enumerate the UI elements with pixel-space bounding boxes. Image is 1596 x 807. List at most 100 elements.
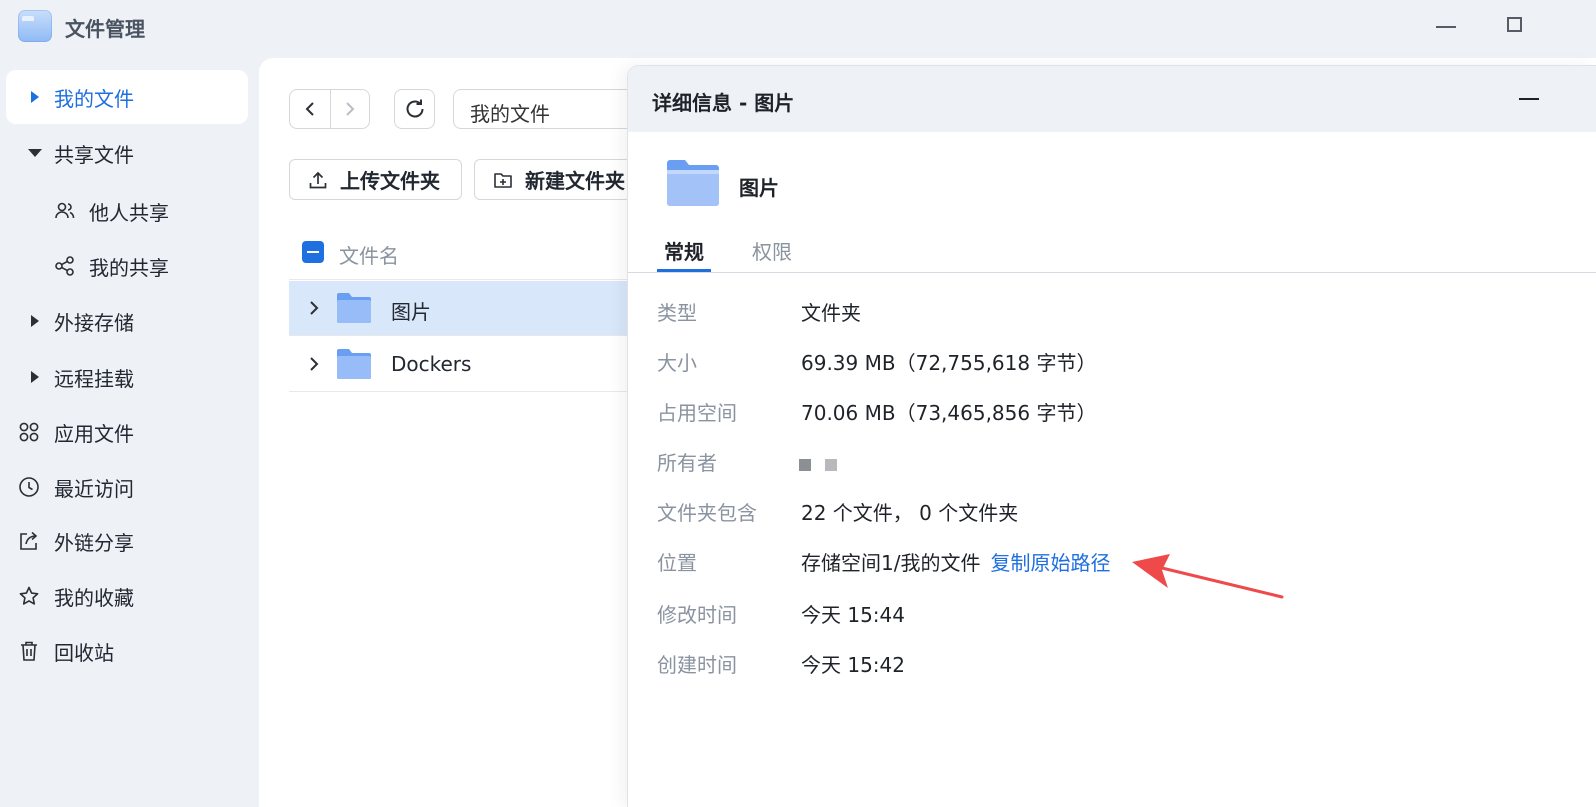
detail-row-modified: 修改时间 今天 15:44	[657, 599, 1577, 639]
table-row[interactable]: Dockers	[289, 337, 629, 392]
detail-row-created: 创建时间 今天 15:42	[657, 649, 1577, 689]
detail-header: 详细信息 - 图片	[628, 66, 1596, 132]
minimize-window-button[interactable]	[1436, 26, 1456, 28]
folder-icon	[667, 160, 719, 206]
detail-tabs: 常规 权限	[628, 232, 1596, 273]
new-folder-label: 新建文件夹	[525, 169, 625, 193]
folder-icon	[337, 349, 371, 379]
owner-redacted	[799, 451, 851, 475]
field-value: 今天 15:44	[801, 603, 905, 627]
table-row[interactable]: 图片	[289, 281, 629, 336]
caret-right-icon	[28, 90, 42, 104]
caret-down-icon	[28, 146, 42, 160]
redacted-block	[825, 458, 837, 471]
sidebar-item-remote-mount[interactable]: 远程挂载	[6, 350, 248, 404]
detail-title: 详细信息 - 图片	[652, 91, 795, 115]
field-label: 所有者	[657, 451, 717, 475]
new-folder-button[interactable]: 新建文件夹	[474, 159, 634, 200]
sidebar-item-my-shares[interactable]: 我的共享	[6, 239, 248, 293]
chevron-right-icon	[346, 102, 355, 116]
copy-original-path-link[interactable]: 复制原始路径	[990, 551, 1110, 575]
field-label: 文件夹包含	[657, 501, 757, 525]
field-label: 占用空间	[657, 401, 737, 425]
select-all-checkbox[interactable]	[302, 241, 324, 263]
field-value: 存储空间1/我的文件 复制原始路径	[801, 547, 1110, 576]
trash-icon	[21, 641, 37, 661]
sidebar-item-shared-with-me[interactable]: 他人共享	[6, 184, 248, 238]
sidebar-item-link-share[interactable]: 外链分享	[6, 514, 248, 568]
field-label: 类型	[657, 301, 697, 325]
file-list-header: 文件名	[289, 226, 629, 280]
sidebar-item-label: 最近访问	[54, 476, 134, 501]
tab-general[interactable]: 常规	[664, 236, 704, 265]
external-share-icon	[20, 531, 38, 550]
maximize-window-button[interactable]	[1507, 17, 1522, 32]
minimize-panel-button[interactable]	[1519, 98, 1539, 100]
sidebar-item-recycle-bin[interactable]: 回收站	[6, 624, 248, 678]
star-icon	[19, 586, 39, 605]
new-folder-icon	[494, 173, 512, 188]
detail-item-name: 图片	[739, 176, 779, 200]
upload-folder-label: 上传文件夹	[340, 169, 440, 193]
sidebar-item-shared-files[interactable]: 共享文件	[6, 126, 248, 180]
users-icon	[55, 202, 75, 219]
sidebar-item-label: 共享文件	[54, 142, 134, 167]
chevron-left-icon	[305, 102, 314, 116]
field-value: 今天 15:42	[801, 653, 905, 677]
field-value: 69.39 MB（72,755,618 字节）	[801, 351, 1097, 375]
sidebar-item-external-storage[interactable]: 外接存储	[6, 294, 248, 348]
chevron-right-icon[interactable]	[307, 355, 321, 373]
file-name: Dockers	[391, 352, 472, 376]
location-path: 存储空间1/我的文件	[801, 551, 981, 575]
field-value: 文件夹	[801, 301, 861, 325]
field-value: 70.06 MB（73,465,856 字节）	[801, 401, 1097, 425]
caret-right-icon	[28, 370, 42, 384]
sidebar-item-label: 我的文件	[54, 86, 134, 111]
refresh-button[interactable]	[394, 89, 435, 129]
upload-folder-button[interactable]: 上传文件夹	[289, 159, 462, 200]
sidebar-item-label: 回收站	[54, 640, 114, 665]
sidebar-item-favorites[interactable]: 我的收藏	[6, 569, 248, 623]
detail-row-type: 类型 文件夹	[657, 297, 1577, 337]
sidebar-item-my-files[interactable]: 我的文件	[6, 70, 248, 124]
field-label: 创建时间	[657, 653, 737, 677]
field-label: 位置	[657, 551, 697, 575]
back-button[interactable]	[290, 90, 330, 128]
caret-right-icon	[28, 314, 42, 328]
share-icon	[55, 256, 74, 276]
file-name: 图片	[391, 300, 431, 324]
detail-row-owner: 所有者	[657, 447, 1577, 487]
detail-row-location: 位置 存储空间1/我的文件 复制原始路径	[657, 547, 1577, 587]
redacted-block	[799, 458, 811, 471]
detail-row-contains: 文件夹包含 22 个文件， 0 个文件夹	[657, 497, 1577, 537]
forward-button[interactable]	[329, 90, 370, 128]
app-folder-icon	[18, 10, 52, 42]
clock-icon	[19, 477, 39, 497]
chevron-right-icon[interactable]	[307, 299, 321, 317]
sidebar-item-app-files[interactable]: 应用文件	[6, 405, 248, 459]
field-value: 22 个文件， 0 个文件夹	[801, 501, 1019, 525]
sidebar-item-label: 外接存储	[54, 310, 134, 335]
title-bar: 文件管理	[0, 0, 1596, 56]
sidebar-item-label: 我的收藏	[54, 585, 134, 610]
field-label: 修改时间	[657, 603, 737, 627]
sidebar-item-label: 远程挂载	[54, 366, 134, 391]
sidebar-item-recent[interactable]: 最近访问	[6, 460, 248, 514]
folder-icon	[337, 293, 371, 323]
sidebar-item-label: 外链分享	[54, 530, 134, 555]
sidebar-item-label: 应用文件	[54, 421, 134, 446]
app-title: 文件管理	[65, 17, 145, 41]
apps-grid-icon	[19, 422, 39, 442]
detail-row-size: 大小 69.39 MB（72,755,618 字节）	[657, 347, 1577, 387]
upload-icon	[309, 171, 327, 189]
active-tab-indicator	[657, 269, 711, 272]
detail-panel: 详细信息 - 图片 图片 常规 权限 类型 文件夹 大小 69.39 MB（72…	[627, 65, 1596, 807]
refresh-icon	[406, 99, 423, 118]
sidebar-item-label: 他人共享	[89, 200, 169, 225]
column-header-filename[interactable]: 文件名	[339, 240, 399, 269]
sidebar-item-label: 我的共享	[89, 255, 169, 280]
field-label: 大小	[657, 351, 697, 375]
detail-row-disk-usage: 占用空间 70.06 MB（73,465,856 字节）	[657, 397, 1577, 437]
annotation-arrow-icon	[1132, 554, 1284, 599]
tab-permissions[interactable]: 权限	[752, 236, 792, 265]
